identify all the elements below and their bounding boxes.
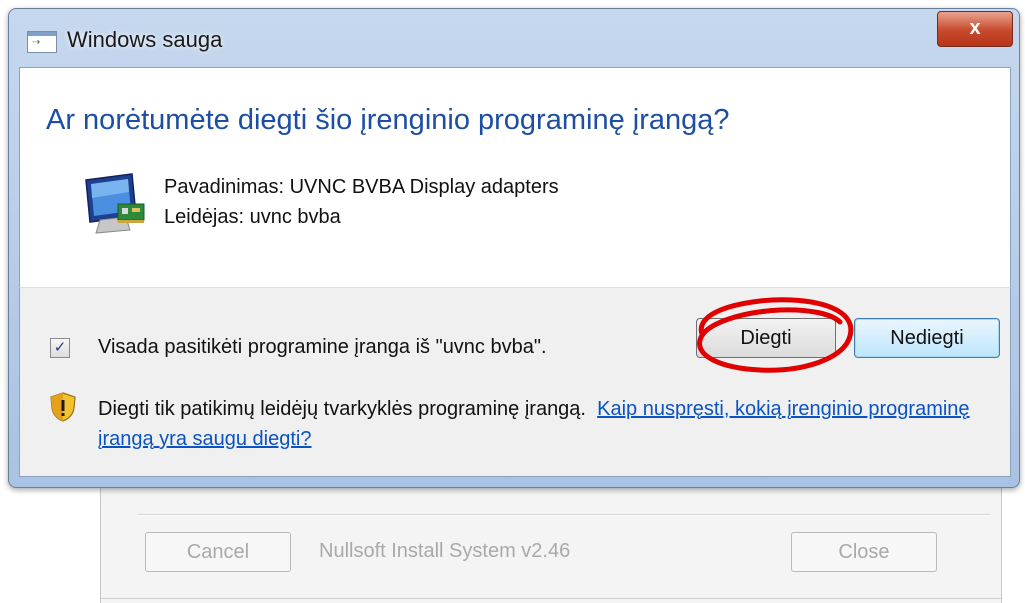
background-bottom-edge <box>101 598 1001 599</box>
publisher-text: Leidėjas: uvnc bvba <box>164 206 341 228</box>
dont-install-button[interactable]: Nediegti <box>854 318 1000 358</box>
red-circle-annotation <box>680 290 860 385</box>
windows-security-dialog: ⇢ Windows sauga x Ar norėtumėte diegti š… <box>8 8 1020 488</box>
trust-checkbox[interactable]: ✓ <box>50 338 70 358</box>
dialog-title: Windows sauga <box>67 27 223 52</box>
device-name-text: Pavadinimas: UVNC BVBA Display adapters <box>164 176 559 198</box>
trust-checkbox-label[interactable]: Visada pasitikėti programine įranga iš "… <box>98 336 547 359</box>
dialog-heading: Ar norėtumėte diegti šio įrenginio progr… <box>46 104 730 136</box>
background-separator <box>137 514 991 516</box>
dialog-actions-panel: ✓ Visada pasitikėti programine įranga iš… <box>19 287 1011 477</box>
background-status-label: Nullsoft Install System v2.46 <box>319 540 571 562</box>
dialog-content-panel: Ar norėtumėte diegti šio įrenginio progr… <box>19 67 1011 289</box>
close-button[interactable]: x <box>937 11 1013 47</box>
shield-warning-icon <box>50 392 76 427</box>
dialog-titlebar[interactable]: ⇢ Windows sauga x <box>9 9 1019 67</box>
background-close-button[interactable]: Close <box>791 532 937 572</box>
warning-text: Diegti tik patikimų leidėjų tvarkyklės p… <box>98 398 586 420</box>
monitor-device-icon <box>82 170 150 241</box>
window-icon: ⇢ <box>27 31 57 53</box>
background-cancel-button[interactable]: Cancel <box>145 532 291 572</box>
warning-message: Diegti tik patikimų leidėjų tvarkyklės p… <box>98 394 978 454</box>
